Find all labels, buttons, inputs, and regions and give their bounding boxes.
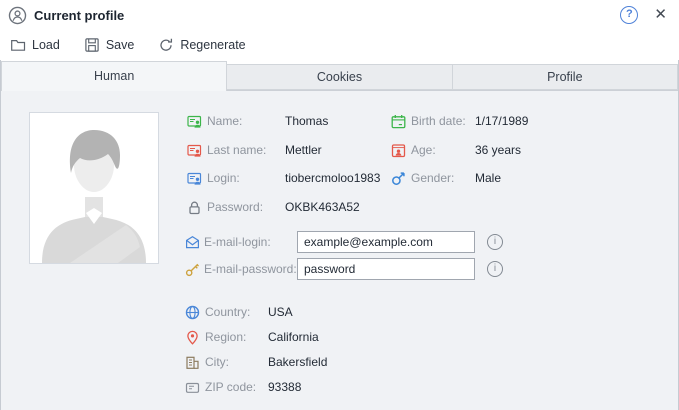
info-icon[interactable]: i xyxy=(487,261,503,277)
email-password-input[interactable] xyxy=(297,258,475,280)
close-icon[interactable]: ✕ xyxy=(654,7,667,23)
field-name: Name: Thomas xyxy=(187,113,328,129)
country-value: USA xyxy=(268,305,293,319)
window-title: Current profile xyxy=(34,8,620,23)
age-label: Age: xyxy=(411,143,475,157)
gender-value: Male xyxy=(475,171,501,185)
dialog-body: Human Cookies Profile Name: xyxy=(0,60,679,410)
regenerate-button[interactable]: Regenerate xyxy=(158,37,245,53)
male-avatar-silhouette xyxy=(30,113,158,263)
lock-icon xyxy=(187,200,202,215)
email-login-input[interactable] xyxy=(297,231,475,253)
field-birth-date: Birth date: 1/17/1989 xyxy=(391,113,528,129)
login-label: Login: xyxy=(207,171,285,185)
key-icon xyxy=(185,262,200,277)
calendar-icon xyxy=(391,114,406,129)
user-circle-icon xyxy=(8,6,27,25)
last-name-label: Last name: xyxy=(207,143,285,157)
birth-date-label: Birth date: xyxy=(411,114,475,128)
region-value: California xyxy=(268,330,319,344)
field-last-name: Last name: Mettler xyxy=(187,142,322,158)
human-tab-pane: Name: Thomas Last name: Mettler Login: t… xyxy=(1,91,678,410)
globe-icon xyxy=(185,305,200,320)
field-gender: Gender: Male xyxy=(391,170,501,186)
field-email-login: E-mail-login: i xyxy=(185,231,503,253)
last-name-value: Mettler xyxy=(285,143,322,157)
field-password: Password: OKBK463A52 xyxy=(187,199,360,215)
map-pin-icon xyxy=(185,330,200,345)
field-zip-code: ZIP code: 93388 xyxy=(185,379,301,395)
city-label: City: xyxy=(205,355,268,369)
region-label: Region: xyxy=(205,330,268,344)
name-label: Name: xyxy=(207,114,285,128)
id-card-blue-icon xyxy=(187,171,202,186)
id-card-green-icon xyxy=(187,114,202,129)
id-card-red-icon xyxy=(187,143,202,158)
avatar xyxy=(29,112,159,264)
save-disk-icon xyxy=(84,37,100,53)
tab-human[interactable]: Human xyxy=(1,61,227,91)
field-email-password: E-mail-password: i xyxy=(185,258,503,280)
password-value: OKBK463A52 xyxy=(285,200,360,214)
email-login-label: E-mail-login: xyxy=(204,235,297,249)
password-label: Password: xyxy=(207,200,285,214)
zip-code-label: ZIP code: xyxy=(205,380,268,394)
email-password-label: E-mail-password: xyxy=(204,262,297,276)
current-profile-dialog: Current profile ? ✕ Load Save Regenerate… xyxy=(0,0,679,410)
tab-profile[interactable]: Profile xyxy=(452,64,678,90)
city-value: Bakersfield xyxy=(268,355,327,369)
zip-code-value: 93388 xyxy=(268,380,301,394)
field-age: Age: 36 years xyxy=(391,142,521,158)
gender-label: Gender: xyxy=(411,171,475,185)
tab-cookies[interactable]: Cookies xyxy=(226,64,452,90)
field-login: Login: tiobercmoloo1983 xyxy=(187,170,380,186)
tabstrip: Human Cookies Profile xyxy=(1,60,678,91)
portrait-badge-icon xyxy=(391,143,406,158)
field-region: Region: California xyxy=(185,329,319,345)
titlebar: Current profile ? ✕ xyxy=(0,0,679,30)
zip-card-icon xyxy=(185,380,200,395)
name-value: Thomas xyxy=(285,114,328,128)
male-symbol-icon xyxy=(391,171,406,186)
load-button[interactable]: Load xyxy=(10,37,60,53)
toolbar: Load Save Regenerate xyxy=(0,30,679,60)
field-country: Country: USA xyxy=(185,304,293,320)
login-value: tiobercmoloo1983 xyxy=(285,171,380,185)
envelope-icon xyxy=(185,235,200,250)
birth-date-value: 1/17/1989 xyxy=(475,114,528,128)
field-city: City: Bakersfield xyxy=(185,354,327,370)
city-building-icon xyxy=(185,355,200,370)
save-button[interactable]: Save xyxy=(84,37,135,53)
help-icon[interactable]: ? xyxy=(620,6,638,24)
folder-icon xyxy=(10,37,26,53)
age-value: 36 years xyxy=(475,143,521,157)
info-icon[interactable]: i xyxy=(487,234,503,250)
refresh-icon xyxy=(158,37,174,53)
country-label: Country: xyxy=(205,305,268,319)
